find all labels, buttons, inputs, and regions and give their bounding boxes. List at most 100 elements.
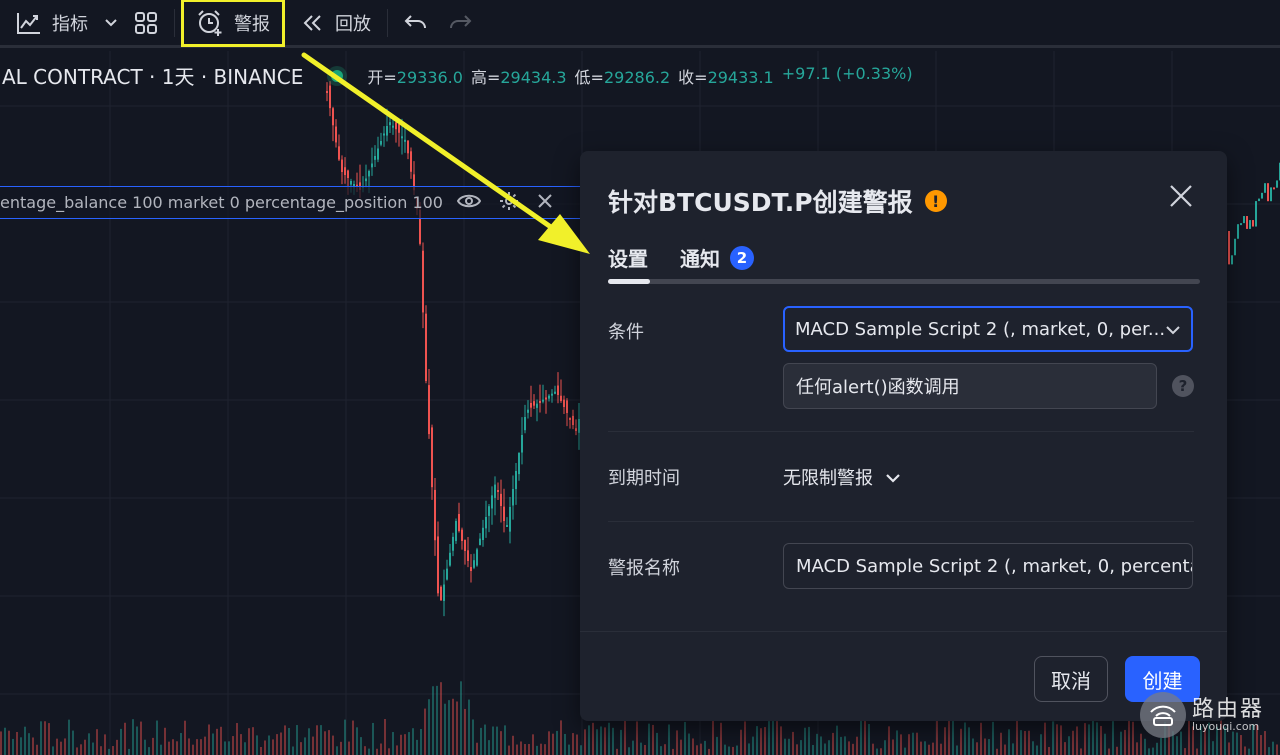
alert-name-value: MACD Sample Script 2 (, market, 0, perce…: [796, 555, 1193, 577]
volume-bar: [1036, 745, 1038, 755]
layout-templates-button[interactable]: [124, 3, 168, 43]
volume-bar: [800, 740, 802, 755]
volume-bar: [988, 739, 990, 755]
volume-bar: [236, 723, 238, 755]
volume-bar: [400, 734, 402, 755]
volume-bar: [708, 748, 710, 755]
candle-body: [341, 159, 343, 172]
candle-body: [1228, 231, 1230, 265]
volume-bar: [856, 736, 858, 755]
close-icon[interactable]: [537, 193, 553, 213]
volume-bar: [476, 742, 478, 755]
volume-bar: [120, 728, 122, 755]
candle-body: [473, 560, 475, 568]
help-icon[interactable]: ?: [1172, 375, 1194, 397]
redo-button[interactable]: [438, 3, 482, 43]
volume-bar: [420, 729, 422, 755]
volume-bar: [552, 733, 554, 755]
condition-select[interactable]: MACD Sample Script 2 (, market, 0, per..…: [783, 306, 1193, 352]
tab-notifications[interactable]: 通知 2: [680, 243, 754, 272]
chevron-down-icon: [1165, 319, 1181, 340]
undo-button[interactable]: [394, 3, 438, 43]
candle-body: [386, 126, 388, 136]
volume-bar: [316, 725, 318, 755]
volume-bar: [180, 733, 182, 755]
volume-bar: [1244, 746, 1246, 755]
volume-bar: [808, 726, 810, 755]
indicators-button[interactable]: 指标: [0, 3, 98, 43]
volume-bar: [320, 725, 322, 755]
alert-name-input[interactable]: MACD Sample Script 2 (, market, 0, perce…: [783, 543, 1193, 589]
volume-bar: [376, 748, 378, 755]
volume-bar: [496, 726, 498, 755]
volume-bar: [832, 732, 834, 755]
volume-bar: [544, 744, 546, 755]
volume-bar: [1044, 722, 1046, 755]
volume-bar: [280, 732, 282, 755]
candle-body: [326, 91, 328, 93]
volume-bar: [244, 742, 246, 755]
volume-bar: [960, 728, 962, 755]
open-key: 开=: [367, 67, 397, 87]
cancel-button[interactable]: 取消: [1034, 656, 1108, 702]
create-alert-dialog: 针对BTCUSDT.P创建警报 ! 设置 通知 2 条件 MACD Sample…: [580, 151, 1227, 721]
volume-bar: [944, 727, 946, 755]
volume-bar: [896, 730, 898, 755]
volume-bar: [288, 727, 290, 755]
volume-bar: [44, 721, 46, 755]
volume-bar: [740, 729, 742, 755]
volume-bar: [660, 746, 662, 755]
volume-bar: [1072, 730, 1074, 755]
eye-icon[interactable]: [456, 193, 482, 213]
candle-body: [1249, 220, 1251, 229]
volume-bar: [536, 745, 538, 755]
volume-bar: [764, 727, 766, 755]
volume-bar: [592, 722, 594, 755]
volume-bar: [1276, 744, 1278, 755]
expiry-dropdown[interactable]: 无限制警报: [783, 464, 901, 490]
candle-body: [1267, 183, 1269, 202]
indicators-label: 指标: [52, 13, 88, 35]
warning-icon[interactable]: !: [924, 190, 947, 212]
volume-bar: [1104, 733, 1106, 755]
volume-bar: [732, 746, 734, 755]
volume-bar: [468, 699, 470, 755]
candle-body: [434, 489, 436, 541]
indicators-dropdown-button[interactable]: [98, 3, 124, 43]
candle-body: [575, 428, 577, 431]
volume-bar: [736, 745, 738, 755]
alert-button[interactable]: 警报: [181, 0, 285, 47]
candle-body: [1252, 220, 1254, 227]
volume-bar: [324, 731, 326, 755]
volume-bar: [680, 739, 682, 755]
close-key: 收=: [678, 67, 708, 87]
candle-body: [563, 399, 565, 407]
candle-body: [410, 151, 412, 172]
candle-body: [449, 552, 451, 566]
trigger-select[interactable]: 任何alert()函数调用: [783, 363, 1157, 409]
close-dialog-icon[interactable]: [1168, 183, 1194, 209]
volume-bar: [328, 730, 330, 755]
volume-bar: [724, 744, 726, 755]
volume-bar: [912, 732, 914, 755]
indicator-legend-row[interactable]: entage_balance 100 market 0 percentage_p…: [0, 186, 600, 219]
volume-bar: [1136, 742, 1138, 755]
volume-bar: [1052, 721, 1054, 755]
settings-gear-icon[interactable]: [499, 191, 519, 215]
replay-button[interactable]: 回放: [291, 3, 381, 43]
candle-body: [518, 453, 520, 475]
market-status-icon[interactable]: [331, 69, 344, 82]
high-value: 29434.3: [500, 67, 567, 87]
candle-body: [506, 525, 508, 527]
volume-bar: [1020, 730, 1022, 755]
volume-bar: [188, 738, 190, 755]
volume-bar: [824, 743, 826, 755]
candle-body: [476, 549, 478, 566]
volume-bar: [464, 708, 466, 755]
volume-bar: [884, 740, 886, 755]
indicator-params: entage_balance 100 market 0 percentage_p…: [0, 193, 443, 212]
candle-body: [1243, 216, 1245, 224]
tab-settings[interactable]: 设置: [608, 243, 648, 272]
volume-bar: [52, 746, 54, 755]
volume-bar: [1272, 741, 1274, 755]
